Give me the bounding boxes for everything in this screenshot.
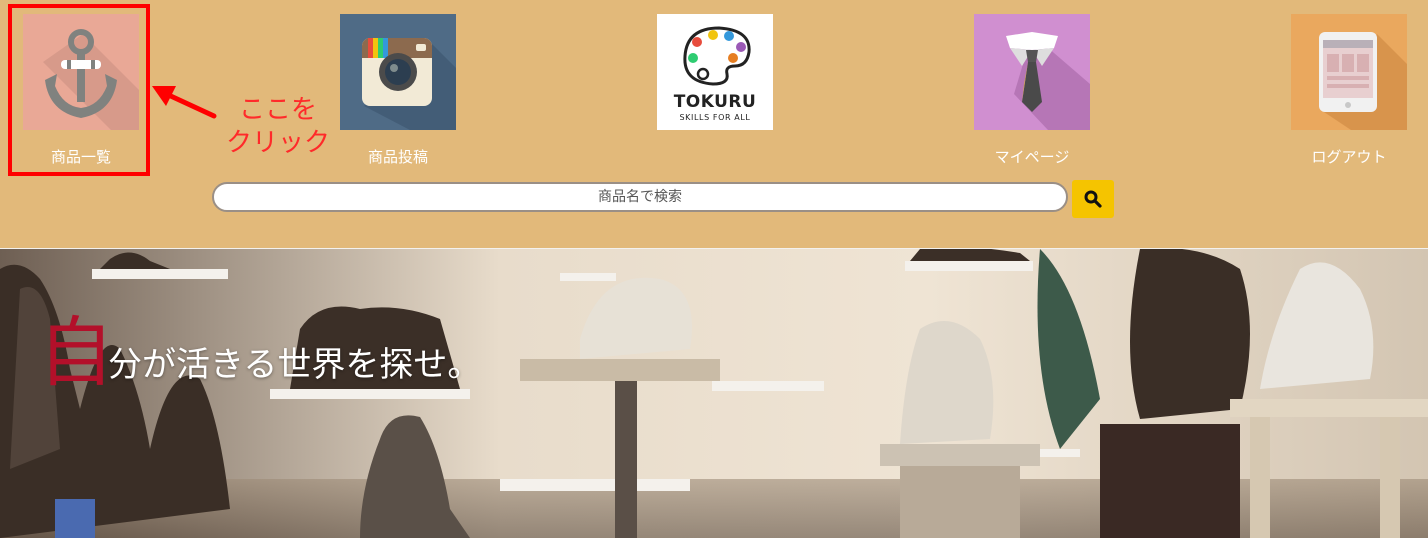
nav-label-logout: ログアウト: [1311, 148, 1387, 166]
nav-item-logo[interactable]: TOKURU SKILLS FOR ALL: [657, 14, 773, 130]
search-icon: [1084, 190, 1102, 208]
hero-tagline-text: 分が活きる世界を探せ。: [108, 345, 482, 385]
hero-banner: 自 分が活きる世界を探せ。: [0, 248, 1428, 538]
logo-brand: TOKURU: [673, 92, 757, 112]
nav-item-post[interactable]: 商品投稿: [340, 14, 456, 167]
search-button[interactable]: [1072, 180, 1114, 218]
nav-label-post: 商品投稿: [367, 148, 428, 166]
studio-photo: [0, 249, 1428, 538]
annotation-line2: クリック: [225, 128, 330, 158]
hero-tagline: 自 分が活きる世界を探せ。: [38, 315, 481, 391]
camera-icon: [340, 14, 456, 130]
header-bar: 商品一覧 商品投稿 TOKURU SKILLS FOR ALL マイページ ログ…: [0, 0, 1428, 248]
annotation-line1: ここを: [238, 95, 317, 125]
nav-item-logout[interactable]: ログアウト: [1291, 14, 1407, 167]
tie-icon: [974, 14, 1090, 130]
search-input[interactable]: [212, 182, 1068, 212]
tie-tile: [974, 14, 1090, 130]
hero-first-char: 自: [38, 308, 114, 397]
logo-tagline: SKILLS FOR ALL: [679, 113, 751, 122]
nav-item-mypage[interactable]: マイページ: [974, 14, 1090, 167]
click-here-annotation: ここを クリック: [222, 94, 334, 160]
tablet-icon: [1291, 14, 1407, 130]
tablet-tile: [1291, 14, 1407, 130]
tokuru-logo: TOKURU SKILLS FOR ALL: [657, 14, 773, 130]
camera-tile: [340, 14, 456, 130]
search-bar: [212, 182, 1068, 212]
red-arrow-icon: [152, 86, 217, 119]
highlight-box: [8, 4, 150, 176]
nav-label-mypage: マイページ: [994, 148, 1070, 166]
